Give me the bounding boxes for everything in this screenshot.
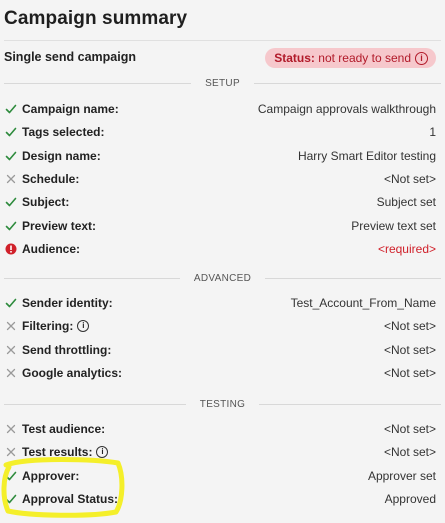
row-value: Approved [384, 491, 436, 506]
section-advanced: ADVANCED [4, 271, 442, 285]
row-label: Filtering: [22, 319, 74, 334]
summary-row: Sender identity: Test_Account_From_Name [4, 294, 436, 312]
row-label: Approver: [22, 468, 80, 483]
campaign-type: Single send campaign [4, 50, 136, 64]
row-value: Preview text set [351, 218, 436, 233]
summary-row: Test results: i <Not set> [4, 443, 436, 461]
row-label: Audience: [22, 241, 81, 256]
check-icon [4, 469, 17, 482]
check-icon [4, 149, 17, 162]
x-icon [4, 446, 17, 459]
row-label: Campaign name: [22, 102, 119, 116]
row-value: 1 [429, 125, 436, 140]
status-badge: Status: not ready to send i [265, 48, 436, 68]
campaign-summary-panel: Campaign summary Single send campaign St… [0, 0, 445, 523]
row-label: Test audience: [22, 422, 106, 436]
check-icon [4, 196, 17, 209]
row-value: <Not set> [383, 171, 436, 186]
x-icon [4, 320, 17, 333]
summary-row: Approver: Approver set [4, 467, 436, 485]
row-label: Subject: [22, 195, 70, 210]
status-label: Status: [274, 51, 315, 65]
x-icon [4, 172, 17, 185]
row-label: Approval Status: [22, 491, 119, 506]
row-label: Sender identity: [22, 296, 113, 310]
section-setup: SETUP [4, 76, 441, 90]
row-value: Harry Smart Editor testing [297, 148, 436, 163]
summary-row: Send throttling: <Not set> [4, 341, 436, 359]
section-label-advanced: ADVANCED [193, 272, 252, 284]
page-title: Campaign summary [4, 8, 188, 29]
row-label: Tags selected: [22, 125, 105, 140]
title-divider [4, 40, 441, 41]
row-value: Subject set [376, 195, 436, 210]
row-value: <Not set> [383, 319, 436, 334]
summary-row: Filtering: i <Not set> [4, 317, 436, 335]
row-value: Test_Account_From_Name [290, 296, 436, 310]
row-value: <Not set> [383, 422, 436, 436]
summary-row: Tags selected: 1 [4, 123, 436, 141]
summary-row: Design name: Harry Smart Editor testing [4, 147, 436, 165]
row-value: Approver set [367, 468, 436, 483]
row-label: Test results: [22, 445, 93, 460]
section-testing: TESTING [4, 397, 441, 411]
check-icon [4, 219, 17, 232]
row-label: Design name: [22, 148, 101, 163]
summary-row: Schedule: <Not set> [4, 170, 436, 188]
check-icon [4, 103, 17, 116]
info-icon[interactable]: i [96, 446, 109, 459]
summary-row: Google analytics: <Not set> [4, 364, 436, 382]
check-icon [4, 126, 17, 139]
row-value: <Not set> [383, 365, 436, 380]
info-icon[interactable]: i [415, 51, 428, 65]
row-value: Campaign approvals walkthrough [257, 102, 436, 116]
row-label: Schedule: [22, 171, 80, 186]
x-icon [4, 366, 17, 379]
check-icon [4, 297, 17, 310]
row-value: <required> [377, 241, 436, 256]
status-value: not ready to send [318, 51, 411, 65]
summary-row: Test audience: <Not set> [4, 420, 436, 438]
row-label: Preview text: [22, 218, 97, 233]
row-value: <Not set> [383, 342, 436, 357]
section-label-testing: TESTING [199, 398, 246, 410]
row-label: Send throttling: [22, 342, 112, 357]
info-icon[interactable]: i [77, 320, 90, 333]
summary-row: Approval Status: Approved [4, 490, 436, 508]
summary-row: Campaign name: Campaign approvals walkthr… [4, 100, 436, 118]
row-value: <Not set> [383, 445, 436, 460]
summary-row: Audience: <required> [4, 240, 436, 258]
check-icon [4, 492, 17, 505]
x-icon [4, 423, 17, 436]
summary-row: Preview text: Preview text set [4, 217, 436, 235]
section-label-setup: SETUP [205, 77, 240, 89]
x-icon [4, 343, 17, 356]
error-icon [4, 242, 17, 255]
summary-row: Subject: Subject set [4, 193, 436, 211]
row-label: Google analytics: [22, 365, 123, 380]
